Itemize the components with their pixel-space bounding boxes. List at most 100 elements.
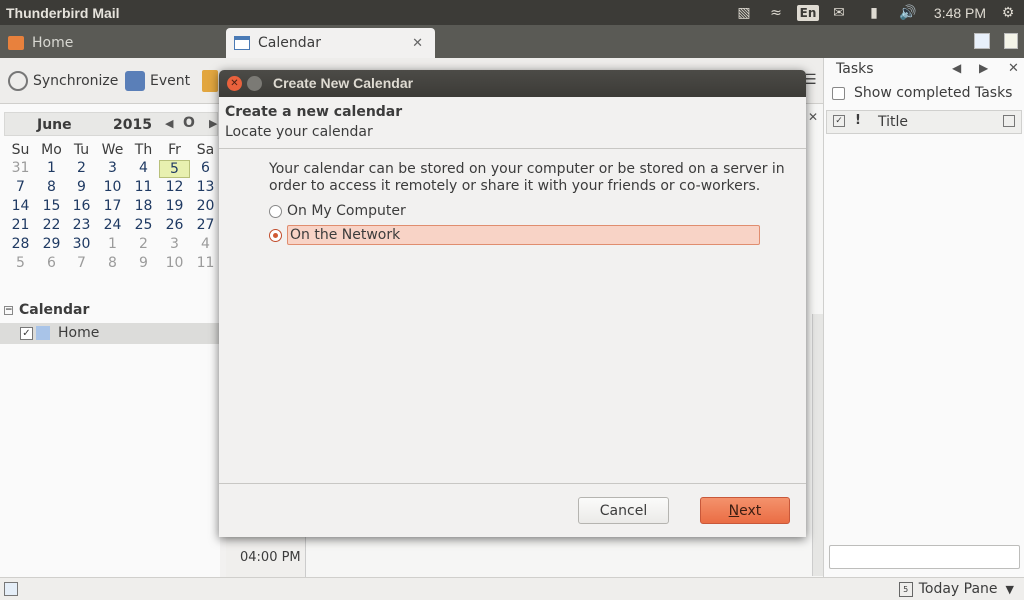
- today-pane-label: Today Pane: [918, 581, 998, 597]
- today-pane-toggle[interactable]: 5 Today Pane ▼: [898, 581, 1014, 597]
- mail-icon[interactable]: ✉: [828, 0, 850, 25]
- minimonth-day[interactable]: 11: [190, 255, 221, 271]
- minimonth-day[interactable]: 18: [128, 198, 159, 214]
- minimonth-day[interactable]: 25: [128, 217, 159, 233]
- close-icon[interactable]: ✕: [227, 76, 242, 91]
- minimonth-day[interactable]: 10: [159, 255, 190, 271]
- app-title: Thunderbird Mail: [6, 4, 120, 21]
- minimonth-day[interactable]: 1: [97, 236, 128, 252]
- task-icon[interactable]: [202, 70, 218, 92]
- calendar-section-header[interactable]: − Calendar: [4, 302, 89, 318]
- dialog-titlebar[interactable]: ✕ Create New Calendar: [219, 70, 806, 97]
- calendar-view-icon[interactable]: [974, 33, 990, 49]
- minimonth-day[interactable]: 9: [66, 179, 97, 195]
- minimonth-day[interactable]: 3: [159, 236, 190, 252]
- minimonth-day[interactable]: 1: [36, 160, 67, 176]
- previous-month-icon[interactable]: ◀: [165, 117, 173, 130]
- collapse-icon[interactable]: −: [4, 306, 13, 315]
- calendar-list-item-home[interactable]: ✓ Home: [0, 323, 220, 344]
- minimonth-day[interactable]: 8: [97, 255, 128, 271]
- minimonth-day[interactable]: 10: [97, 179, 128, 195]
- minimonth-month[interactable]: June: [37, 117, 72, 133]
- minimonth-day[interactable]: 7: [66, 255, 97, 271]
- minimonth-day[interactable]: 14: [5, 198, 36, 214]
- event-icon: [125, 71, 145, 91]
- today-pane: Tasks ◀ ▶ ✕ Show completed Tasks ✓ ! Tit…: [823, 58, 1024, 577]
- minimonth-day-today[interactable]: 5: [159, 160, 190, 178]
- volume-icon[interactable]: 🔊: [896, 0, 920, 25]
- battery-icon[interactable]: ▮: [860, 0, 888, 25]
- previous-icon[interactable]: ◀: [952, 61, 961, 75]
- day-of-week-label: Mo: [41, 142, 62, 158]
- minimonth-day[interactable]: 12: [159, 179, 190, 195]
- minimonth-day[interactable]: 21: [5, 217, 36, 233]
- minimonth-day[interactable]: 31: [5, 160, 36, 176]
- minimonth-day[interactable]: 16: [66, 198, 97, 214]
- minimonth-day[interactable]: 20: [190, 198, 221, 214]
- on-my-computer-radio[interactable]: On My Computer: [269, 201, 406, 221]
- minimonth-day[interactable]: 11: [128, 179, 159, 195]
- minimonth-day[interactable]: 29: [36, 236, 67, 252]
- minimonth-day[interactable]: 4: [190, 236, 221, 252]
- minimonth-day[interactable]: 6: [190, 160, 221, 176]
- folder-icon: [8, 36, 24, 50]
- next-icon[interactable]: ▶: [979, 61, 988, 75]
- next-month-icon[interactable]: ▶: [209, 117, 217, 130]
- minimonth-day[interactable]: 6: [36, 255, 67, 271]
- show-completed-tasks-checkbox[interactable]: Show completed Tasks: [832, 85, 1012, 101]
- minimonth-day[interactable]: 26: [159, 217, 190, 233]
- tab-calendar[interactable]: Calendar ✕: [226, 28, 435, 58]
- minimonth-day[interactable]: 8: [36, 179, 67, 195]
- task-list-header: ✓ ! Title: [826, 110, 1022, 134]
- minimonth-day[interactable]: 28: [5, 236, 36, 252]
- synchronize-button[interactable]: Synchronize: [8, 70, 118, 92]
- minimonth-day[interactable]: 7: [5, 179, 36, 195]
- minimonth-day[interactable]: 3: [97, 160, 128, 176]
- column-picker-icon[interactable]: [1003, 115, 1015, 127]
- close-icon[interactable]: ✕: [808, 110, 818, 124]
- close-icon[interactable]: ✕: [1008, 61, 1019, 76]
- minimonth-day[interactable]: 19: [159, 198, 190, 214]
- radio-button-selected[interactable]: [269, 228, 282, 242]
- keyboard-language-indicator[interactable]: En: [796, 0, 820, 25]
- minimonth-day[interactable]: 13: [190, 179, 221, 195]
- dialog-heading: Create a new calendar: [225, 104, 403, 120]
- checkbox[interactable]: [832, 86, 845, 100]
- next-button[interactable]: Next: [700, 497, 790, 524]
- completed-column-icon[interactable]: ✓: [833, 115, 845, 127]
- calendar-checkbox[interactable]: ✓: [20, 327, 33, 340]
- minimonth-year[interactable]: 2015: [113, 117, 152, 133]
- on-the-network-radio[interactable]: On the Network: [269, 225, 760, 245]
- close-tab-icon[interactable]: ✕: [412, 36, 423, 51]
- cancel-button[interactable]: Cancel: [578, 497, 669, 524]
- gear-icon[interactable]: ⚙: [996, 0, 1020, 25]
- minimonth-day[interactable]: 2: [66, 160, 97, 176]
- minimonth-day[interactable]: 24: [97, 217, 128, 233]
- new-event-button[interactable]: Event: [125, 70, 190, 92]
- vertical-scrollbar[interactable]: [812, 314, 823, 576]
- priority-column-icon[interactable]: !: [855, 113, 861, 128]
- today-button[interactable]: O: [183, 115, 195, 131]
- minimonth-day[interactable]: 30: [66, 236, 97, 252]
- minimonth-day[interactable]: 22: [36, 217, 67, 233]
- chevron-down-icon[interactable]: ▼: [1006, 583, 1014, 596]
- clock[interactable]: 3:48 PM: [930, 0, 990, 25]
- minimonth-day[interactable]: 27: [190, 217, 221, 233]
- title-column[interactable]: Title: [878, 114, 908, 130]
- clipboard-icon[interactable]: ▧: [734, 0, 754, 25]
- minimonth-day[interactable]: 2: [128, 236, 159, 252]
- radio-button[interactable]: [269, 204, 282, 218]
- maximize-icon[interactable]: [247, 76, 262, 91]
- tasks-view-icon[interactable]: [1004, 33, 1018, 49]
- minimonth-day[interactable]: 23: [66, 217, 97, 233]
- wifi-icon[interactable]: ≈: [764, 0, 788, 25]
- minimonth-day[interactable]: 9: [128, 255, 159, 271]
- minimonth-day[interactable]: 5: [5, 255, 36, 271]
- minimonth-day[interactable]: 17: [97, 198, 128, 214]
- tab-home[interactable]: Home: [0, 28, 222, 58]
- quick-add-task-input[interactable]: [829, 545, 1020, 569]
- minimonth-day[interactable]: 15: [36, 198, 67, 214]
- online-status-icon[interactable]: [4, 582, 18, 596]
- tasks-title: Tasks: [836, 61, 874, 77]
- minimonth-day[interactable]: 4: [128, 160, 159, 176]
